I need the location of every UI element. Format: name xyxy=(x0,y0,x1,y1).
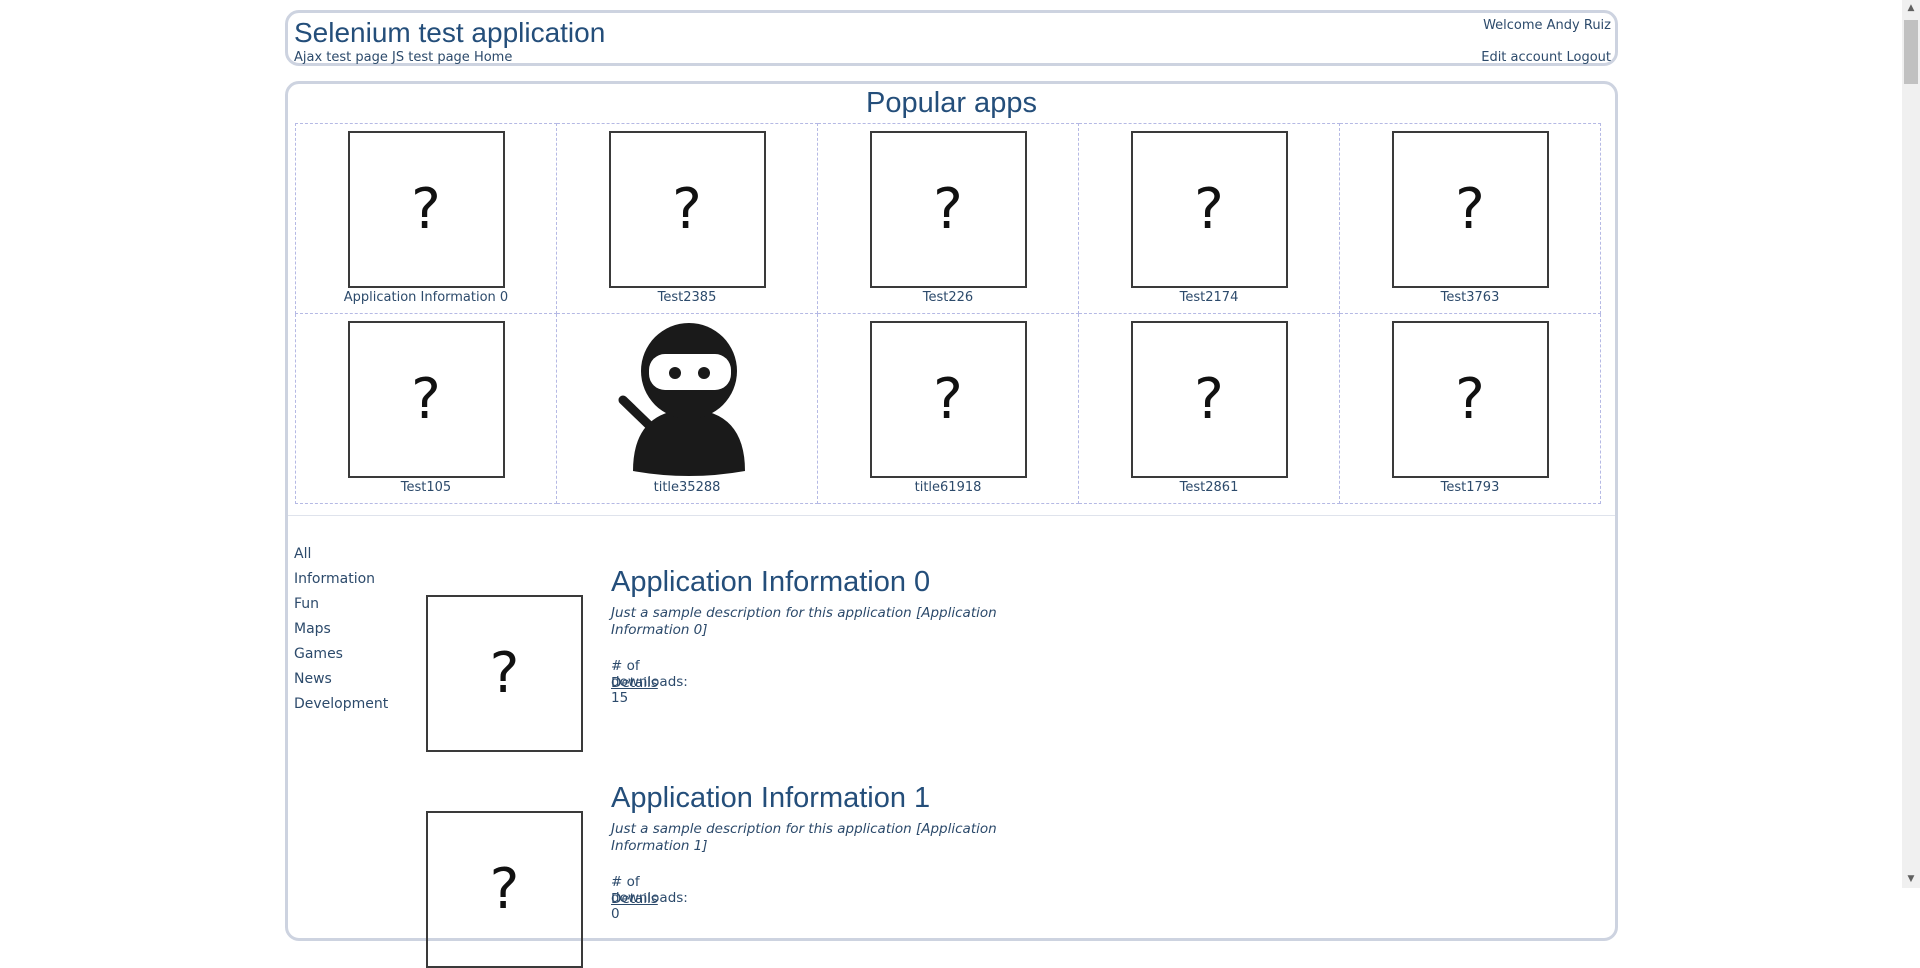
top-nav: Ajax test page JS test page Home xyxy=(294,50,512,65)
popular-apps-grid: ? Application Information 0 ? Test2385 ?… xyxy=(295,123,1601,504)
category-maps-link[interactable]: Maps xyxy=(294,621,331,637)
category-development-link[interactable]: Development xyxy=(294,696,388,712)
question-mark-icon[interactable]: ? xyxy=(347,321,505,478)
app-title: Selenium test application xyxy=(294,17,606,48)
category-item: Maps xyxy=(294,617,388,642)
popular-app-cell: ? Application Information 0 xyxy=(295,123,557,314)
question-mark-icon[interactable]: ? xyxy=(1391,131,1549,288)
category-item: Games xyxy=(294,642,388,667)
account-nav: Edit account Logout xyxy=(1481,50,1611,65)
application-description: Just a sample description for this appli… xyxy=(611,821,997,854)
popular-app-cell: ? Test105 xyxy=(295,313,557,504)
logout-link[interactable]: Logout xyxy=(1566,50,1611,65)
question-mark-icon[interactable]: ? xyxy=(1391,321,1549,478)
category-list: All Information Fun Maps Games News Deve… xyxy=(294,542,388,717)
popular-app-cell: ? Test2385 xyxy=(556,123,818,314)
question-mark-icon[interactable]: ? xyxy=(426,595,583,752)
section-divider xyxy=(288,515,1615,516)
popular-app-link[interactable]: Test226 xyxy=(818,290,1078,305)
popular-app-cell: ? Test1793 xyxy=(1339,313,1601,504)
popular-app-cell: ? Test226 xyxy=(817,123,1079,314)
popular-app-link[interactable]: title61918 xyxy=(818,480,1078,495)
vertical-scrollbar[interactable]: ▲ ▼ xyxy=(1902,0,1920,888)
question-mark-icon[interactable]: ? xyxy=(1130,131,1288,288)
question-mark-icon[interactable]: ? xyxy=(869,131,1027,288)
application-title: Application Information 0 xyxy=(611,566,931,598)
popular-app-cell: ? Test2861 xyxy=(1078,313,1340,504)
ninja-icon[interactable] xyxy=(609,321,766,478)
category-item: Information xyxy=(294,567,388,592)
category-item: News xyxy=(294,667,388,692)
application-title: Application Information 1 xyxy=(611,782,931,814)
question-mark-icon[interactable]: ? xyxy=(869,321,1027,478)
category-fun-link[interactable]: Fun xyxy=(294,596,319,612)
popular-app-link[interactable]: Test2861 xyxy=(1079,480,1339,495)
popular-app-cell: ? Test3763 xyxy=(1339,123,1601,314)
popular-app-link[interactable]: Test1793 xyxy=(1340,480,1600,495)
popular-app-link[interactable]: Test2385 xyxy=(557,290,817,305)
popular-app-link[interactable]: Test3763 xyxy=(1340,290,1600,305)
page: Selenium test application Ajax test page… xyxy=(285,10,1618,968)
main-content: Popular apps ? Application Information 0… xyxy=(285,81,1618,968)
popular-app-link[interactable]: Application Information 0 xyxy=(296,290,556,305)
popular-app-cell: title35288 xyxy=(556,313,818,504)
popular-app-link[interactable]: Test2174 xyxy=(1079,290,1339,305)
header: Selenium test application Ajax test page… xyxy=(285,10,1618,66)
scrollbar-thumb[interactable] xyxy=(1904,20,1918,84)
popular-app-link[interactable]: Test105 xyxy=(296,480,556,495)
popular-app-link[interactable]: title35288 xyxy=(557,480,817,495)
question-mark-icon[interactable]: ? xyxy=(1130,321,1288,478)
question-mark-icon[interactable]: ? xyxy=(347,131,505,288)
popular-apps-title: Popular apps xyxy=(866,87,1037,119)
category-item: Fun xyxy=(294,592,388,617)
popular-app-cell: ? title61918 xyxy=(817,313,1079,504)
ninja-icon-graphic xyxy=(618,323,745,476)
popular-app-cell: ? Test2174 xyxy=(1078,123,1340,314)
category-all-link[interactable]: All xyxy=(294,546,311,562)
question-mark-icon[interactable]: ? xyxy=(608,131,766,288)
category-news-link[interactable]: News xyxy=(294,671,332,687)
edit-account-link[interactable]: Edit account xyxy=(1481,50,1562,65)
home-link[interactable]: Home xyxy=(474,50,512,65)
application-description: Just a sample description for this appli… xyxy=(611,605,997,638)
category-games-link[interactable]: Games xyxy=(294,646,343,662)
js-test-page-link[interactable]: JS test page xyxy=(392,50,470,65)
category-item: All xyxy=(294,542,388,567)
category-information-link[interactable]: Information xyxy=(294,571,375,587)
category-item: Development xyxy=(294,692,388,717)
details-link[interactable]: Details xyxy=(611,891,658,907)
details-link[interactable]: Details xyxy=(611,675,658,691)
ajax-test-page-link[interactable]: Ajax test page xyxy=(294,50,388,65)
question-mark-icon[interactable]: ? xyxy=(426,811,583,968)
welcome-text: Welcome Andy Ruiz xyxy=(1483,18,1611,33)
scroll-up-arrow-icon[interactable]: ▲ xyxy=(1902,0,1920,17)
scroll-down-arrow-icon[interactable]: ▼ xyxy=(1902,871,1920,888)
